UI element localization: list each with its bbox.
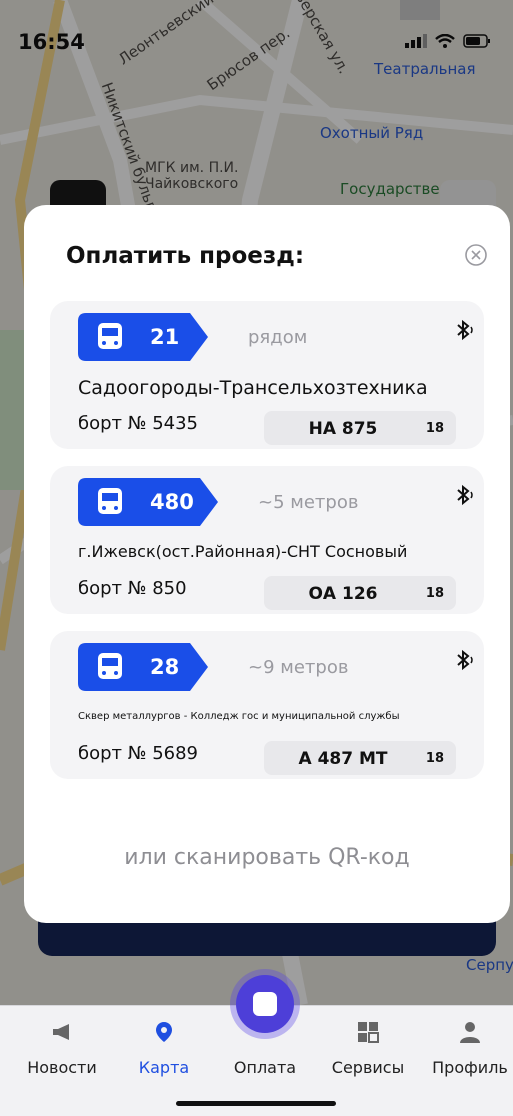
bus-card[interactable]: 21 рядом Садоогороды-Трансельхозтехника … (50, 301, 484, 449)
plate-region: 18 (425, 421, 444, 436)
license-plate: НА 875 18 (264, 411, 456, 445)
plate-region: 18 (425, 586, 444, 601)
route-name: г.Ижевск(ост.Районная)-СНТ Сосновый (78, 542, 408, 561)
route-name: Сквер металлургов - Колледж гос и муници… (78, 711, 400, 722)
board-number: борт № 5435 (78, 413, 198, 434)
bus-card[interactable]: 28 ~9 метров Сквер металлургов - Колледж… (50, 631, 484, 779)
tab-label: Оплата (233, 1058, 297, 1077)
person-icon (460, 1022, 480, 1043)
tab-map[interactable]: Карта (114, 1006, 214, 1086)
badge-shape (78, 478, 218, 526)
scan-qr-link[interactable]: или сканировать QR-код (24, 845, 510, 870)
qr-icon (253, 992, 277, 1016)
distance-text: рядом (248, 327, 308, 348)
route-number: 21 (150, 325, 180, 349)
tab-label: Сервисы (331, 1058, 405, 1077)
pay-fab-button[interactable] (236, 975, 294, 1033)
route-badge: 21 (78, 313, 228, 361)
tab-profile[interactable]: Профиль (420, 1006, 513, 1086)
badge-shape (78, 313, 208, 361)
tab-label: Профиль (432, 1058, 508, 1077)
license-plate: ОА 126 18 (264, 576, 456, 610)
megaphone-icon (53, 1024, 69, 1040)
modal-title: Оплатить проезд: (66, 243, 305, 269)
route-badge: 28 (78, 643, 228, 691)
tab-news[interactable]: Новости (12, 1006, 112, 1086)
board-number: борт № 850 (78, 578, 187, 599)
tab-label: Новости (27, 1058, 97, 1077)
home-indicator (176, 1101, 336, 1106)
tab-label: Карта (138, 1058, 190, 1077)
close-icon[interactable] (464, 243, 488, 267)
license-plate: А 487 МТ 18 (264, 741, 456, 775)
board-number: борт № 5689 (78, 743, 198, 764)
route-number: 480 (150, 490, 194, 514)
plate-region: 18 (425, 751, 444, 766)
badge-shape (78, 643, 208, 691)
plate-number: НА 875 (308, 419, 378, 439)
map-pin-icon (156, 1022, 172, 1042)
bluetooth-icon (457, 319, 473, 341)
payment-modal: Оплатить проезд: 21 рядом Садоогороды-Тр… (24, 205, 510, 923)
bluetooth-icon (457, 484, 473, 506)
bluetooth-icon (457, 649, 473, 671)
route-number: 28 (150, 655, 180, 679)
tab-services[interactable]: Сервисы (318, 1006, 418, 1086)
distance-text: ~9 метров (248, 657, 349, 678)
grid-icon (358, 1022, 379, 1043)
route-badge: 480 (78, 478, 228, 526)
bus-card[interactable]: 480 ~5 метров г.Ижевск(ост.Районная)-СНТ… (50, 466, 484, 614)
route-name: Садоогороды-Трансельхозтехника (78, 377, 428, 399)
plate-number: ОА 126 (308, 584, 378, 604)
distance-text: ~5 метров (258, 492, 359, 513)
plate-number: А 487 МТ (298, 749, 388, 769)
